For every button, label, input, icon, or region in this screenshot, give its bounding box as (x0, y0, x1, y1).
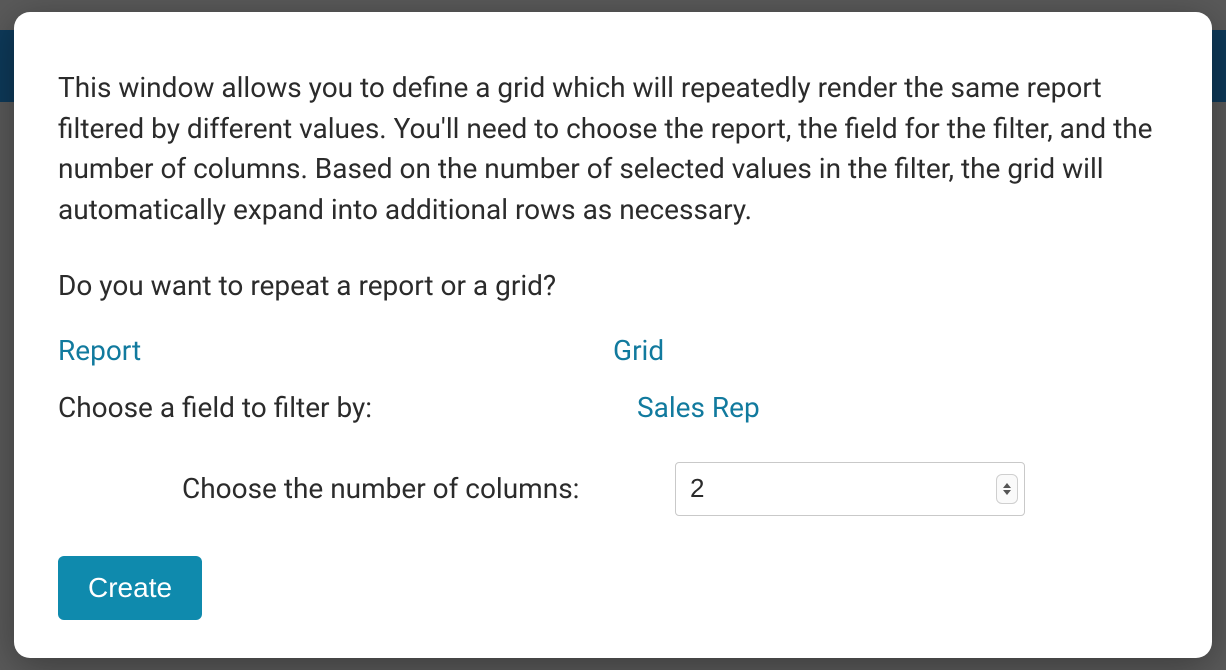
filter-field-row: Choose a field to filter by: Sales Rep (58, 391, 1168, 424)
chevron-up-icon[interactable] (1003, 483, 1011, 488)
create-button[interactable]: Create (58, 556, 202, 620)
columns-input-wrap (675, 462, 1025, 516)
modal-description: This window allows you to define a grid … (58, 68, 1168, 230)
option-grid[interactable]: Grid (613, 334, 664, 367)
columns-input[interactable] (676, 463, 1024, 515)
option-report[interactable]: Report (58, 334, 141, 367)
columns-row: Choose the number of columns: (58, 462, 1168, 516)
filter-field-value[interactable]: Sales Rep (637, 391, 760, 424)
repeat-options-row: Report Grid (58, 334, 1168, 367)
chevron-down-icon[interactable] (1003, 490, 1011, 495)
columns-label: Choose the number of columns: (58, 472, 675, 505)
repeat-question: Do you want to repeat a report or a grid… (58, 266, 1168, 305)
define-grid-modal: This window allows you to define a grid … (14, 12, 1212, 658)
filter-field-label: Choose a field to filter by: (58, 391, 613, 424)
columns-stepper (996, 474, 1018, 504)
